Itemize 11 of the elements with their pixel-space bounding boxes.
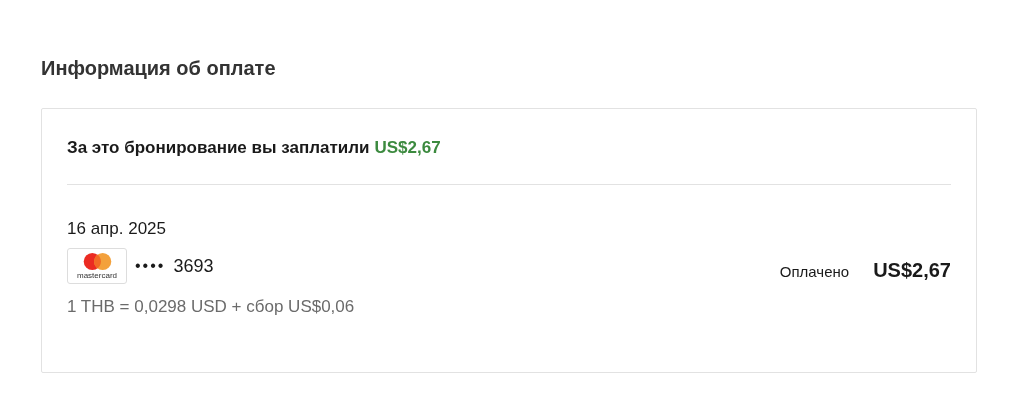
- exchange-rate: 1 THB = 0,0298 USD + сбор US$0,06: [67, 296, 355, 318]
- payment-status: Оплачено: [779, 262, 850, 282]
- overlapping-circles-icon: [81, 252, 113, 271]
- payment-date: 16 апр. 2025: [67, 218, 166, 240]
- summary-text: За это бронирование вы заплатили: [67, 137, 370, 159]
- card-number-mask: ••••: [135, 256, 166, 276]
- card-last-digits: 3693: [173, 255, 214, 278]
- card-brand: mastercard: [77, 271, 117, 280]
- paid-amount: US$2,67: [374, 137, 441, 159]
- section-title: Информация об оплате: [41, 56, 276, 81]
- payment-amount: US$2,67: [873, 258, 951, 283]
